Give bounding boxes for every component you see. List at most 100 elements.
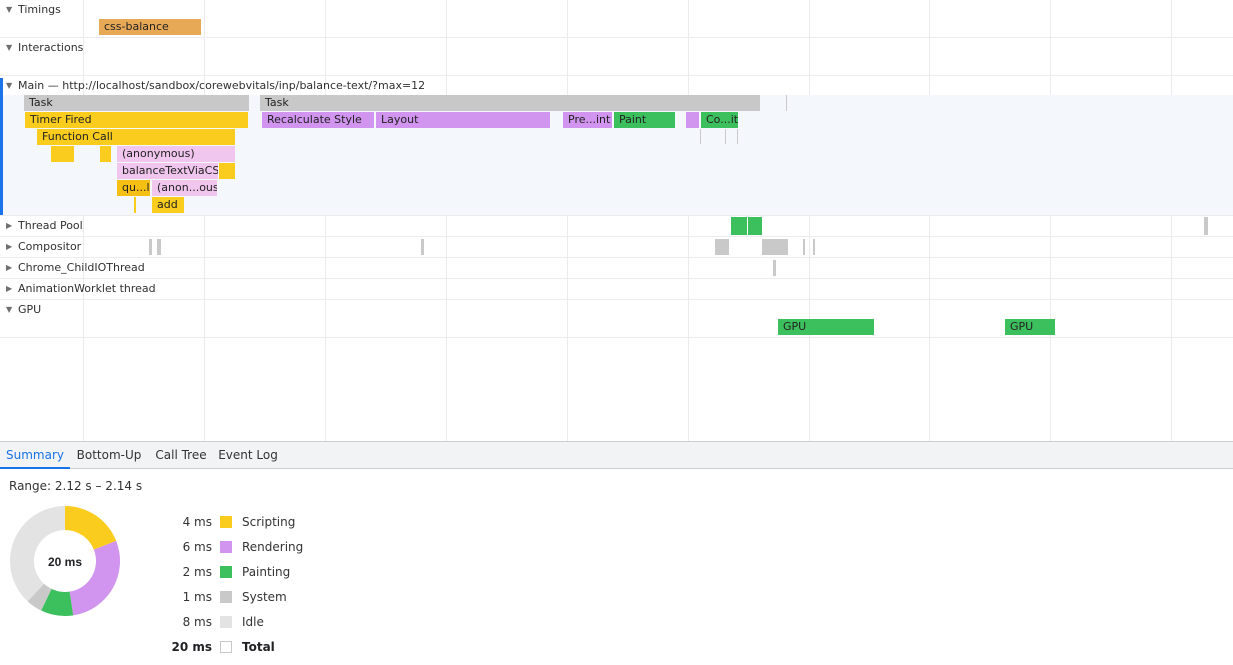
collapsed-triangle-icon[interactable]: ▶ [6,261,18,275]
gpu-event[interactable]: GPU [778,319,874,335]
tab-call-tree[interactable]: Call Tree [150,442,212,469]
track-label: Interactions [18,41,84,54]
flame-event-script-small[interactable] [51,146,74,162]
collapsed-triangle-icon[interactable]: ▶ [6,282,18,296]
legend-swatch [220,541,232,553]
donut-segment-scripting [65,506,117,550]
legend-value: 20 ms [171,640,212,654]
flame-tick [700,129,701,144]
flame-event-task[interactable]: Task [24,95,249,111]
compositor-event[interactable] [803,239,805,255]
track-label: GPU [18,303,42,316]
gridline [325,0,326,441]
legend-row-idle: 8 ms Idle [150,614,264,630]
legend-label: Total [242,640,275,654]
flame-event-anonymous[interactable]: (anonymous) [117,146,235,162]
flame-event-function-call[interactable]: Function Call [37,129,235,145]
legend-label: Scripting [242,515,296,529]
expand-triangle-icon[interactable]: ▼ [6,3,18,17]
legend-swatch [220,566,232,578]
legend-swatch [220,641,232,653]
legend-label: System [242,590,287,604]
track-separator [0,337,1233,338]
gpu-event[interactable]: GPU [1005,319,1055,335]
compositor-event[interactable] [149,239,152,255]
compositor-event[interactable] [157,239,161,255]
track-label: Main — http://localhost/sandbox/corewebv… [18,79,426,92]
timeline-flame-chart[interactable]: ▼ Timings css-balance ▼ Interactions ▼ M… [0,0,1233,441]
legend-row-total: 20 ms Total [150,639,275,655]
track-label: Timings [18,3,61,16]
tab-bottom-up[interactable]: Bottom-Up [72,442,146,469]
details-tab-bar: Summary Bottom-Up Call Tree Event Log [0,441,1233,469]
track-header-timings[interactable]: ▼ Timings [6,3,61,17]
legend-value: 6 ms [182,540,212,554]
flame-event-anonymous-2[interactable]: (anon...ous) [152,180,217,196]
expand-triangle-icon[interactable]: ▼ [6,303,18,317]
track-header-animation-worklet[interactable]: ▶ AnimationWorklet thread [6,282,156,296]
track-separator [0,215,1233,216]
legend-value: 8 ms [182,615,212,629]
flame-event-pre-paint[interactable]: Pre...int [563,112,612,128]
flame-event-layout[interactable]: Layout [376,112,550,128]
flame-tick [725,129,726,144]
legend-row-rendering: 6 ms Rendering [150,539,304,555]
tab-summary[interactable]: Summary [0,442,70,469]
track-header-child-io-thread[interactable]: ▶ Chrome_ChildIOThread [6,261,145,275]
thread-pool-event[interactable] [1204,217,1208,235]
thread-pool-event[interactable] [731,217,747,235]
flame-event-script-small[interactable] [219,163,235,179]
track-label: AnimationWorklet thread [18,282,156,295]
donut-center-total: 20 ms [48,555,82,569]
compositor-event[interactable] [421,239,424,255]
legend-label: Painting [242,565,291,579]
donut-segment-rendering [69,540,120,616]
gridline [929,0,930,441]
tab-event-log[interactable]: Event Log [216,442,280,469]
compositor-event[interactable] [762,239,788,255]
flame-event-task-tiny[interactable] [786,95,787,111]
legend-swatch [220,616,232,628]
track-separator [0,299,1233,300]
flame-event-balance-text-via-css[interactable]: balanceTextViaCSS [117,163,218,179]
legend-row-painting: 2 ms Painting [150,564,291,580]
track-header-thread-pool[interactable]: ▶ Thread Pool [6,219,83,233]
legend-row-system: 1 ms System [150,589,287,605]
track-header-gpu[interactable]: ▼ GPU [6,303,41,317]
legend-swatch [220,516,232,528]
collapsed-triangle-icon[interactable]: ▶ [6,219,18,233]
compositor-event[interactable] [813,239,815,255]
flame-event-rendering-small[interactable] [686,112,699,128]
flame-event-paint[interactable]: Paint [614,112,675,128]
expand-triangle-icon[interactable]: ▼ [6,41,18,55]
flame-event-add[interactable]: add [152,197,184,213]
track-header-compositor[interactable]: ▶ Compositor [6,240,81,254]
track-header-main[interactable]: ▼ Main — http://localhost/sandbox/corewe… [6,79,425,93]
flame-event-recalculate-style[interactable]: Recalculate Style [262,112,374,128]
legend-value: 1 ms [182,590,212,604]
track-separator [0,37,1233,38]
track-separator [0,236,1233,237]
thread-pool-event[interactable] [748,217,762,235]
child-io-event[interactable] [773,260,776,276]
compositor-event[interactable] [715,239,729,255]
main-thread-selection-bar [0,78,3,215]
flame-tick [737,129,738,144]
gridline [446,0,447,441]
timing-event-css-balance[interactable]: css-balance [99,19,201,35]
legend-label: Rendering [242,540,304,554]
track-header-interactions[interactable]: ▼ Interactions [6,41,83,55]
track-separator [0,75,1233,76]
expand-triangle-icon[interactable]: ▼ [6,79,18,93]
legend-value: 2 ms [182,565,212,579]
flame-event-querySelectorAll[interactable]: qu...l [117,180,150,196]
flame-event-composite[interactable]: Co...it [701,112,738,128]
flame-event-task[interactable]: Task [260,95,760,111]
legend-label: Idle [242,615,264,629]
flame-event-script-tiny[interactable] [134,197,136,213]
collapsed-triangle-icon[interactable]: ▶ [6,240,18,254]
flame-event-script-small[interactable] [100,146,111,162]
gridline [1171,0,1172,441]
flame-event-timer-fired[interactable]: Timer Fired [25,112,248,128]
gridline [567,0,568,441]
